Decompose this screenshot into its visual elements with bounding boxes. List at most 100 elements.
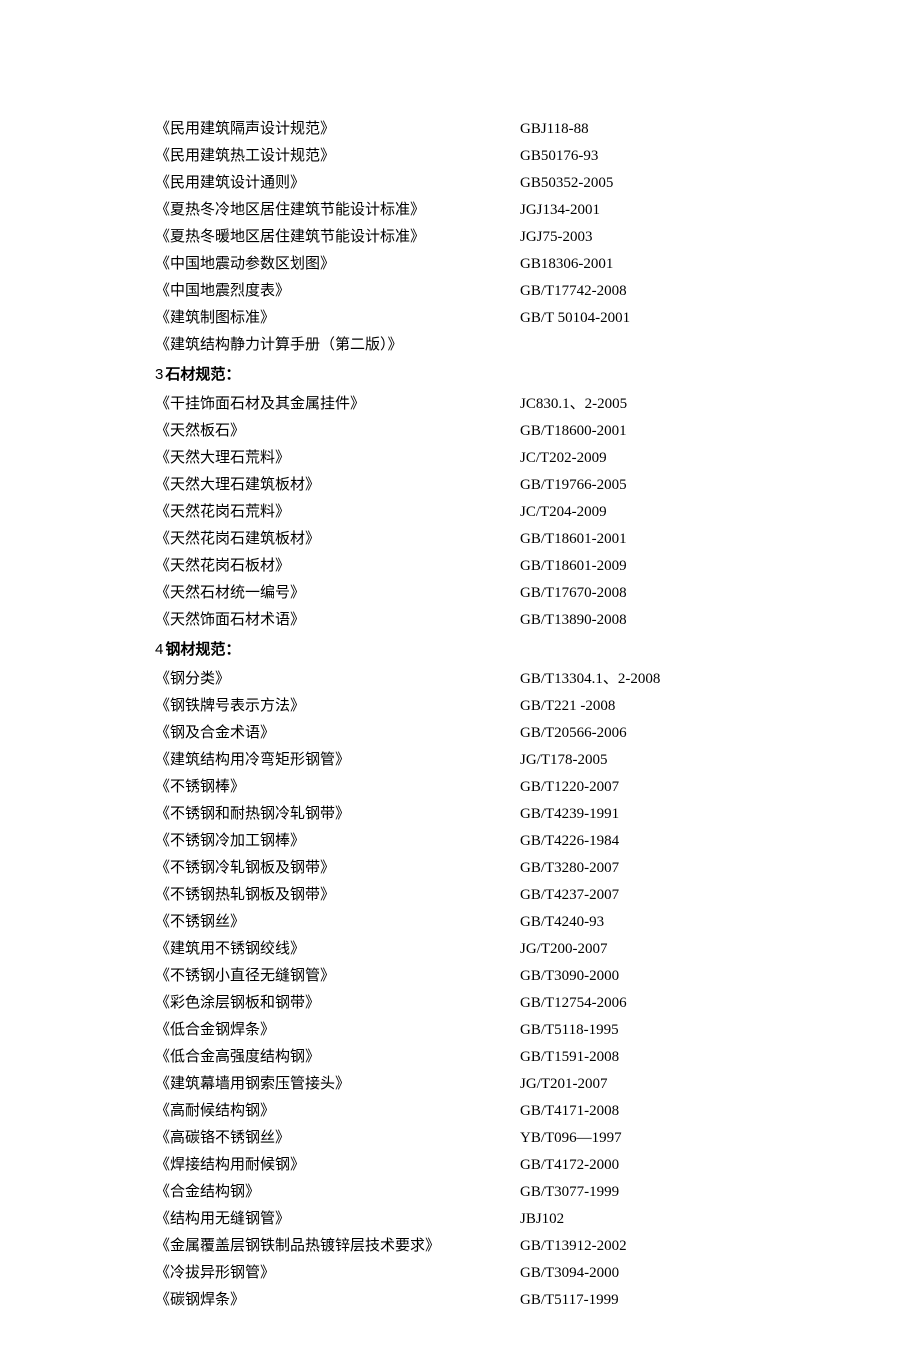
standard-title: 《结构用无缝钢管》 — [155, 1206, 520, 1233]
standard-title: 《钢分类》 — [155, 666, 520, 693]
standard-title: 《中国地震动参数区划图》 — [155, 251, 520, 278]
standard-row: 《天然大理石建筑板材》GB/T19766-2005 — [155, 472, 765, 499]
standard-code: GB/T3094-2000 — [520, 1260, 765, 1287]
standard-title: 《高碳铬不锈钢丝》 — [155, 1125, 520, 1152]
standard-code: JGJ134-2001 — [520, 197, 765, 224]
standard-row: 《不锈钢冷加工钢棒》GB/T4226-1984 — [155, 828, 765, 855]
standard-code: GB/T4226-1984 — [520, 828, 765, 855]
standard-title: 《彩色涂层钢板和钢带》 — [155, 990, 520, 1017]
standard-code: GB/T18600-2001 — [520, 418, 765, 445]
standard-row: 《民用建筑热工设计规范》GB50176-93 — [155, 143, 765, 170]
standard-code: GB/T4171-2008 — [520, 1098, 765, 1125]
standard-title: 《天然石材统一编号》 — [155, 580, 520, 607]
standard-code: JG/T178-2005 — [520, 747, 765, 774]
standard-row: 《结构用无缝钢管》JBJ102 — [155, 1206, 765, 1233]
standard-code: GB/T4172-2000 — [520, 1152, 765, 1179]
standard-code: GB/T13304.1、2-2008 — [520, 666, 765, 693]
standard-title: 《金属覆盖层钢铁制品热镀锌层技术要求》 — [155, 1233, 520, 1260]
standard-row: 《夏热冬暖地区居住建筑节能设计标准》JGJ75-2003 — [155, 224, 765, 251]
standard-title: 《焊接结构用耐候钢》 — [155, 1152, 520, 1179]
standard-row: 《合金结构钢》GB/T3077-1999 — [155, 1179, 765, 1206]
standard-title: 《高耐候结构钢》 — [155, 1098, 520, 1125]
standard-row: 《不锈钢棒》GB/T1220-2007 — [155, 774, 765, 801]
standard-title: 《天然大理石荒料》 — [155, 445, 520, 472]
standard-row: 《焊接结构用耐候钢》GB/T4172-2000 — [155, 1152, 765, 1179]
standard-code: GB/T17670-2008 — [520, 580, 765, 607]
standard-row: 《建筑制图标准》GB/T 50104-2001 — [155, 305, 765, 332]
standard-title: 《不锈钢棒》 — [155, 774, 520, 801]
standard-title: 《碳钢焊条》 — [155, 1287, 520, 1314]
standard-code: JC830.1、2-2005 — [520, 391, 765, 418]
standard-row: 《天然花岗石板材》GB/T18601-2009 — [155, 553, 765, 580]
standard-title: 《合金结构钢》 — [155, 1179, 520, 1206]
standard-title: 《夏热冬冷地区居住建筑节能设计标准》 — [155, 197, 520, 224]
standard-code: GB/T4239-1991 — [520, 801, 765, 828]
standard-row: 《高碳铬不锈钢丝》YB/T096—1997 — [155, 1125, 765, 1152]
standard-row: 《不锈钢热轧钢板及钢带》GB/T4237-2007 — [155, 882, 765, 909]
standard-row: 《天然大理石荒料》JC/T202-2009 — [155, 445, 765, 472]
standard-code: GB/T13912-2002 — [520, 1233, 765, 1260]
standard-row: 《不锈钢冷轧钢板及钢带》GB/T3280-2007 — [155, 855, 765, 882]
standard-row: 《天然板石》GB/T18600-2001 — [155, 418, 765, 445]
standard-code: GB50176-93 — [520, 143, 765, 170]
standard-title: 《干挂饰面石材及其金属挂件》 — [155, 391, 520, 418]
standard-code: GB/T4240-93 — [520, 909, 765, 936]
standard-row: 《天然饰面石材术语》GB/T13890-2008 — [155, 607, 765, 634]
standard-title: 《建筑用不锈钢绞线》 — [155, 936, 520, 963]
standard-row: 《钢分类》GB/T13304.1、2-2008 — [155, 666, 765, 693]
standard-row: 《碳钢焊条》GB/T5117-1999 — [155, 1287, 765, 1314]
standard-code: GB/T13890-2008 — [520, 607, 765, 634]
standard-title: 《建筑制图标准》 — [155, 305, 520, 332]
standard-row: 《金属覆盖层钢铁制品热镀锌层技术要求》GB/T13912-2002 — [155, 1233, 765, 1260]
standard-row: 《不锈钢丝》GB/T4240-93 — [155, 909, 765, 936]
standard-code: JG/T201-2007 — [520, 1071, 765, 1098]
standard-row: 《冷拔异形钢管》GB/T3094-2000 — [155, 1260, 765, 1287]
standard-title: 《天然饰面石材术语》 — [155, 607, 520, 634]
standard-code: GB/T12754-2006 — [520, 990, 765, 1017]
standard-title: 《钢铁牌号表示方法》 — [155, 693, 520, 720]
standard-row: 《高耐候结构钢》GB/T4171-2008 — [155, 1098, 765, 1125]
standard-code: JG/T200-2007 — [520, 936, 765, 963]
standard-row: 《干挂饰面石材及其金属挂件》JC830.1、2-2005 — [155, 391, 765, 418]
standard-row: 《天然花岗石建筑板材》GB/T18601-2001 — [155, 526, 765, 553]
standard-title: 《民用建筑隔声设计规范》 — [155, 116, 520, 143]
standard-row: 《民用建筑设计通则》GB50352-2005 — [155, 170, 765, 197]
standard-row: 《天然花岗石荒料》JC/T204-2009 — [155, 499, 765, 526]
standards-list: 《民用建筑隔声设计规范》GBJ118-88《民用建筑热工设计规范》GB50176… — [155, 116, 765, 1314]
standard-title: 《建筑结构静力计算手册（第二版）》 — [155, 332, 520, 359]
section-title: 钢材规范： — [165, 642, 240, 658]
standard-title: 《天然板石》 — [155, 418, 520, 445]
standard-title: 《不锈钢丝》 — [155, 909, 520, 936]
standard-row: 《低合金高强度结构钢》GB/T1591-2008 — [155, 1044, 765, 1071]
standard-title: 《建筑结构用冷弯矩形钢管》 — [155, 747, 520, 774]
section-title: 石材规范： — [165, 367, 240, 383]
standard-code: JC/T204-2009 — [520, 499, 765, 526]
standard-code: GB/T5117-1999 — [520, 1287, 765, 1314]
standard-row: 《低合金钢焊条》GB/T5118-1995 — [155, 1017, 765, 1044]
standard-code: GB/T19766-2005 — [520, 472, 765, 499]
standard-row: 《钢及合金术语》GB/T20566-2006 — [155, 720, 765, 747]
standard-code: GB/T5118-1995 — [520, 1017, 765, 1044]
standard-row: 《建筑结构静力计算手册（第二版）》 — [155, 332, 765, 359]
standard-code: GB/T1591-2008 — [520, 1044, 765, 1071]
standard-title: 《低合金高强度结构钢》 — [155, 1044, 520, 1071]
standard-row: 《天然石材统一编号》GB/T17670-2008 — [155, 580, 765, 607]
standard-title: 《民用建筑热工设计规范》 — [155, 143, 520, 170]
standard-title: 《天然花岗石板材》 — [155, 553, 520, 580]
standard-title: 《钢及合金术语》 — [155, 720, 520, 747]
standard-title: 《天然大理石建筑板材》 — [155, 472, 520, 499]
standard-code: JBJ102 — [520, 1206, 765, 1233]
standard-code — [520, 332, 765, 359]
standard-code: GB/T17742-2008 — [520, 278, 765, 305]
standard-row: 《夏热冬冷地区居住建筑节能设计标准》JGJ134-2001 — [155, 197, 765, 224]
standard-row: 《建筑幕墙用钢索压管接头》JG/T201-2007 — [155, 1071, 765, 1098]
standard-title: 《不锈钢小直径无缝钢管》 — [155, 963, 520, 990]
standard-title: 《中国地震烈度表》 — [155, 278, 520, 305]
section-heading: 3石材规范： — [155, 361, 765, 389]
standard-code: GB/T20566-2006 — [520, 720, 765, 747]
standard-code: GB/T18601-2001 — [520, 526, 765, 553]
standard-title: 《不锈钢热轧钢板及钢带》 — [155, 882, 520, 909]
standard-row: 《彩色涂层钢板和钢带》GB/T12754-2006 — [155, 990, 765, 1017]
standard-code: YB/T096—1997 — [520, 1125, 765, 1152]
standard-code: GB/T221 -2008 — [520, 693, 765, 720]
